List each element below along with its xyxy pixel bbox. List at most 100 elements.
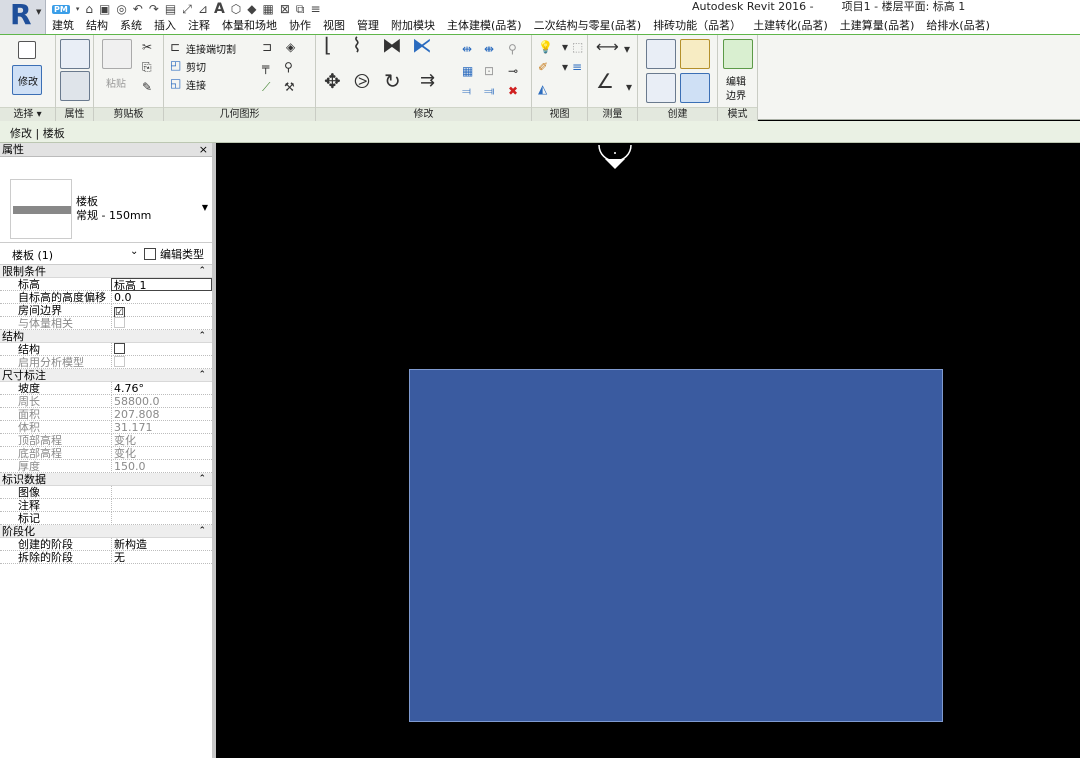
ribbon-tab[interactable]: 协作 — [283, 18, 317, 34]
ribbon-tab[interactable]: 土建转化(品茗) — [747, 18, 834, 34]
pin-icon[interactable]: ⚲ — [508, 43, 517, 55]
edit-boundary-label-2[interactable]: 边界 — [726, 87, 746, 102]
array-icon[interactable]: ▦ — [462, 65, 473, 77]
section-identity[interactable]: 标识数据 ⌃ — [0, 473, 212, 486]
select-cursor-icon[interactable] — [18, 41, 36, 59]
dropdown-arrow-icon[interactable]: ▾ — [626, 81, 632, 93]
ribbon-tab[interactable]: 二次结构与零星(品茗) — [528, 18, 648, 34]
collapse-icon[interactable]: ⌃ — [198, 525, 206, 538]
customize-icon[interactable]: ≡ — [310, 2, 320, 16]
group-label-select[interactable]: 选择 ▾ — [0, 107, 55, 121]
rotate-icon[interactable]: ↻ — [384, 71, 401, 91]
mark-field[interactable] — [111, 512, 212, 525]
type-properties-icon[interactable] — [60, 71, 90, 101]
property-row[interactable]: 创建的阶段 新构造 — [0, 538, 212, 551]
dropdown-arrow-icon[interactable]: ▾ — [562, 61, 568, 73]
phase-demolished-field[interactable]: 无 — [111, 551, 212, 564]
join-label[interactable]: 连接 — [186, 77, 206, 92]
property-row[interactable]: 标高 标高 1 — [0, 278, 212, 291]
split-face-icon[interactable]: ╤ — [262, 61, 269, 73]
chevron-down-icon[interactable]: ⌄ — [130, 246, 138, 257]
ribbon-tab[interactable]: 附加模块 — [385, 18, 441, 34]
property-row[interactable]: 图像 — [0, 486, 212, 499]
section-dimensions[interactable]: 尺寸标注 ⌃ — [0, 369, 212, 382]
mirror-draw-icon[interactable]: ⧔ — [412, 35, 432, 55]
property-row[interactable]: 结构 — [0, 343, 212, 356]
dropdown-arrow-icon[interactable]: ▾ — [76, 5, 80, 13]
dropdown-arrow-icon[interactable]: ▾ — [624, 43, 630, 55]
offset-icon[interactable]: ⌇ — [352, 35, 362, 55]
split-gap-icon[interactable]: ⇼ — [484, 43, 494, 55]
ribbon-tab[interactable]: 视图 — [317, 18, 351, 34]
offset-field[interactable]: 0.0 — [111, 291, 212, 304]
type-selector[interactable]: 楼板 常规 - 150mm ▼ — [0, 157, 212, 243]
filter-icon[interactable]: ≡ — [572, 61, 582, 73]
dropdown-arrow-icon[interactable]: ▾ — [562, 41, 568, 53]
ribbon-tab[interactable]: 插入 — [148, 18, 182, 34]
scale-icon[interactable]: ⊡ — [484, 65, 494, 77]
trim-multiple-icon[interactable]: ⫥ — [484, 85, 494, 97]
structural-checkbox[interactable] — [114, 343, 125, 354]
cut-label[interactable]: 剪切 — [186, 59, 206, 74]
copy-icon[interactable]: ⎘ — [142, 61, 152, 73]
cut-geometry-icon[interactable]: ◰ — [170, 59, 181, 71]
text-icon[interactable]: A — [214, 1, 225, 17]
create-parts-icon[interactable] — [680, 39, 710, 69]
ribbon-tab[interactable]: 土建算量(品茗) — [834, 18, 921, 34]
thin-lines-icon[interactable]: ▦ — [263, 2, 274, 16]
measure-icon[interactable]: ⤢ — [182, 2, 192, 17]
edit-boundary-label-1[interactable]: 编辑 — [726, 73, 746, 88]
property-row[interactable]: 自标高的高度偏移 0.0 — [0, 291, 212, 304]
ribbon-tab[interactable]: 主体建模(品茗) — [441, 18, 528, 34]
application-menu-button[interactable]: R ▼ — [0, 0, 46, 34]
ribbon-tab[interactable]: 注释 — [182, 18, 216, 34]
cut-join-icon[interactable]: ⊏ — [170, 41, 180, 53]
mirror-axis-icon[interactable]: ⧓ — [382, 35, 402, 55]
linework-icon[interactable]: ⬚ — [572, 41, 583, 53]
ribbon-tab[interactable]: 结构 — [80, 18, 114, 34]
pick-icon[interactable]: ⚒ — [284, 81, 295, 93]
section-structure[interactable]: 结构 ⌃ — [0, 330, 212, 343]
property-row[interactable]: 房间边界 ☑ — [0, 304, 212, 317]
align-icon[interactable]: ⌊ — [324, 35, 332, 55]
open-icon[interactable]: ⌂ — [85, 2, 93, 16]
dimension-icon[interactable]: ⊿ — [198, 2, 208, 16]
demolish-icon[interactable]: ◈ — [286, 41, 295, 53]
section-phasing[interactable]: 阶段化 ⌃ — [0, 525, 212, 538]
dimension-tool-icon[interactable]: ∠ — [596, 71, 614, 91]
dropdown-arrow-icon[interactable]: ▼ — [202, 203, 208, 212]
join-geometry-icon[interactable]: ◱ — [170, 77, 181, 89]
collapse-icon[interactable]: ⌃ — [198, 330, 206, 343]
property-row[interactable]: 注释 — [0, 499, 212, 512]
structural-value[interactable] — [111, 343, 212, 356]
drawing-canvas[interactable] — [220, 143, 1080, 758]
pm-badge[interactable]: PM — [52, 4, 70, 14]
section-constraints[interactable]: 限制条件 ⌃ — [0, 265, 212, 278]
reveal-icon[interactable]: ◭ — [538, 83, 547, 95]
wall-joins-icon[interactable]: ⊐ — [262, 41, 272, 53]
comments-field[interactable] — [111, 499, 212, 512]
trim-extend-icon[interactable]: ⇉ — [420, 72, 435, 90]
hide-icon[interactable]: 💡 — [538, 41, 553, 53]
ribbon-tab[interactable]: 排砖功能（品茗） — [647, 18, 747, 34]
ribbon-tab[interactable]: 建筑 — [46, 18, 80, 34]
trim-single-icon[interactable]: ⫤ — [462, 85, 471, 97]
slope-field[interactable]: 4.76° — [111, 382, 212, 395]
create-similar-icon[interactable] — [680, 73, 710, 103]
close-icon[interactable]: × — [199, 143, 208, 157]
property-row[interactable]: 拆除的阶段 无 — [0, 551, 212, 564]
unpin-icon[interactable]: ⊸ — [508, 65, 518, 77]
redo-icon[interactable]: ↷ — [149, 2, 159, 16]
switch-windows-icon[interactable]: ⧉ — [296, 2, 305, 17]
phase-created-field[interactable]: 新构造 — [111, 538, 212, 551]
cut-icon[interactable]: ✂ — [142, 41, 152, 53]
ribbon-tab[interactable]: 体量和场地 — [216, 18, 283, 34]
ribbon-tab[interactable]: 给排水(品茗) — [920, 18, 996, 34]
move-icon[interactable]: ✥ — [324, 71, 341, 91]
edit-type-button[interactable]: 编辑类型 — [144, 246, 204, 262]
create-group-icon[interactable] — [646, 73, 676, 103]
create-assembly-icon[interactable] — [646, 39, 676, 69]
paint-icon[interactable]: ⚲ — [284, 61, 293, 73]
paste-icon[interactable] — [102, 39, 132, 69]
elevation-marker-icon[interactable] — [597, 143, 633, 173]
